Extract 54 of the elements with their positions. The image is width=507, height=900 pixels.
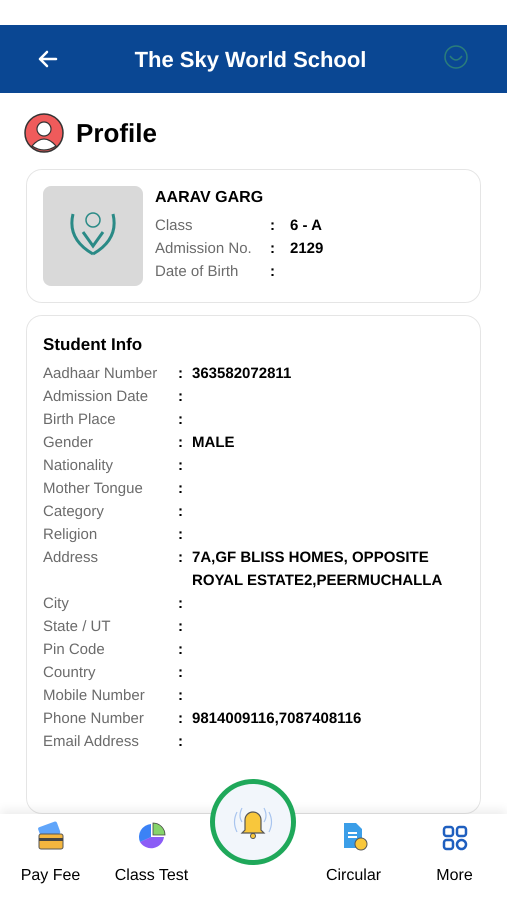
- info-value: 363582072811: [192, 364, 292, 384]
- nav-item[interactable]: Circular: [303, 820, 404, 888]
- info-label: Religion: [43, 524, 98, 544]
- grid-icon: [440, 824, 468, 852]
- info-label: Mother Tongue: [43, 478, 144, 498]
- info-separator: :: [178, 478, 184, 498]
- info-separator: :: [178, 524, 184, 544]
- info-separator: :: [178, 386, 184, 406]
- field-label: Class: [155, 216, 194, 236]
- field-label: Date of Birth: [155, 262, 240, 282]
- nav-item[interactable]: More: [404, 824, 505, 888]
- info-separator: :: [178, 594, 184, 614]
- user-avatar-icon: [24, 113, 64, 153]
- info-separator: :: [178, 708, 184, 728]
- info-label: Country: [43, 662, 97, 682]
- info-value: 9814009116,7087408116: [192, 708, 362, 728]
- field-value: 6 - A: [290, 216, 322, 236]
- info-value: 7A,GF BLISS HOMES, OPPOSITE ROYAL ESTATE2,PEERMUCHALLA: [192, 548, 444, 590]
- page-title: Profile: [76, 116, 157, 150]
- info-label: Pin Code: [43, 640, 106, 660]
- info-separator: :: [178, 686, 184, 706]
- field-separator: :: [270, 216, 276, 236]
- info-label: Category: [43, 502, 105, 522]
- info-separator: :: [178, 548, 184, 568]
- info-label: Nationality: [43, 456, 114, 476]
- info-separator: :: [178, 432, 184, 452]
- field-separator: :: [270, 239, 276, 259]
- info-label: Gender: [43, 432, 94, 452]
- info-label: Phone Number: [43, 708, 145, 728]
- info-label: Aadhaar Number: [43, 364, 158, 384]
- info-label: City: [43, 594, 70, 614]
- info-separator: :: [178, 616, 184, 636]
- info-separator: :: [178, 502, 184, 522]
- field-separator: :: [270, 262, 276, 282]
- field-value: 2129: [290, 239, 324, 259]
- info-separator: :: [178, 410, 184, 430]
- field-label: Admission No.: [155, 239, 253, 259]
- info-label: Email Address: [43, 732, 140, 752]
- info-label: Birth Place: [43, 410, 117, 430]
- info-separator: :: [178, 456, 184, 476]
- student-name: AARAV GARG: [155, 188, 264, 208]
- nav-item[interactable]: Class Test: [101, 820, 202, 888]
- header-title: The Sky World School: [134, 46, 368, 74]
- nav-item[interactable]: Pay Fee: [0, 820, 101, 888]
- section-title: Student Info: [43, 334, 144, 356]
- info-label: Mobile Number: [43, 686, 146, 706]
- info-label: Admission Date: [43, 386, 150, 406]
- info-separator: :: [178, 732, 184, 752]
- info-label: Address: [43, 548, 100, 568]
- info-separator: :: [178, 364, 184, 384]
- info-separator: :: [178, 662, 184, 682]
- info-value: MALE: [192, 432, 236, 452]
- info-separator: :: [178, 640, 184, 660]
- info-label: State / UT: [43, 616, 112, 636]
